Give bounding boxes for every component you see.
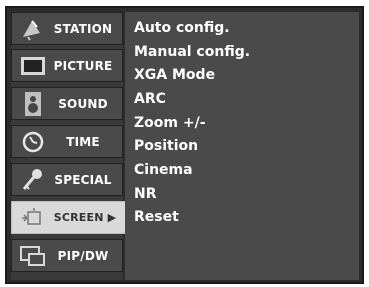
menu-item-position[interactable]: Position xyxy=(134,138,198,154)
tab-screen[interactable]: SCREEN ▶ xyxy=(11,201,127,234)
tab-special[interactable]: SPECIAL xyxy=(11,163,123,196)
tv-screen-icon xyxy=(18,53,48,79)
screen-adjust-icon xyxy=(18,205,48,231)
screen-submenu: Auto config. Manual config. XGA Mode ARC… xyxy=(125,12,359,280)
pip-icon xyxy=(18,243,48,269)
menu-item-nr[interactable]: NR xyxy=(134,186,157,202)
menu-tab-column: STATION PICTURE SOUND TIME SPECIAL SCREE… xyxy=(11,12,127,280)
speaker-icon xyxy=(18,91,48,117)
tab-station-label: STATION xyxy=(53,21,113,36)
menu-item-zoom[interactable]: Zoom +/- xyxy=(134,115,206,131)
menu-item-xga-mode[interactable]: XGA Mode xyxy=(134,67,215,83)
menu-item-cinema[interactable]: Cinema xyxy=(134,162,193,178)
tab-pip-dw-label: PIP/DW xyxy=(57,248,109,263)
tab-time-label: TIME xyxy=(66,134,100,149)
menu-item-auto-config[interactable]: Auto config. xyxy=(134,20,230,36)
key-icon xyxy=(18,167,48,193)
tab-picture[interactable]: PICTURE xyxy=(11,49,123,82)
osd-menu: STATION PICTURE SOUND TIME SPECIAL SCREE… xyxy=(5,6,364,284)
tab-pip-dw[interactable]: PIP/DW xyxy=(11,239,123,272)
clock-icon xyxy=(18,129,48,155)
tab-sound-label: SOUND xyxy=(58,96,108,111)
menu-item-manual-config[interactable]: Manual config. xyxy=(134,44,250,60)
satellite-dish-icon xyxy=(18,16,48,42)
tab-screen-label: SCREEN ▶ xyxy=(53,211,117,224)
tab-special-label: SPECIAL xyxy=(54,172,112,187)
tab-sound[interactable]: SOUND xyxy=(11,87,123,120)
menu-item-reset[interactable]: Reset xyxy=(134,209,179,225)
tab-time[interactable]: TIME xyxy=(11,125,123,158)
tab-station[interactable]: STATION xyxy=(11,12,123,45)
tab-picture-label: PICTURE xyxy=(53,58,113,73)
menu-item-arc[interactable]: ARC xyxy=(134,91,166,107)
